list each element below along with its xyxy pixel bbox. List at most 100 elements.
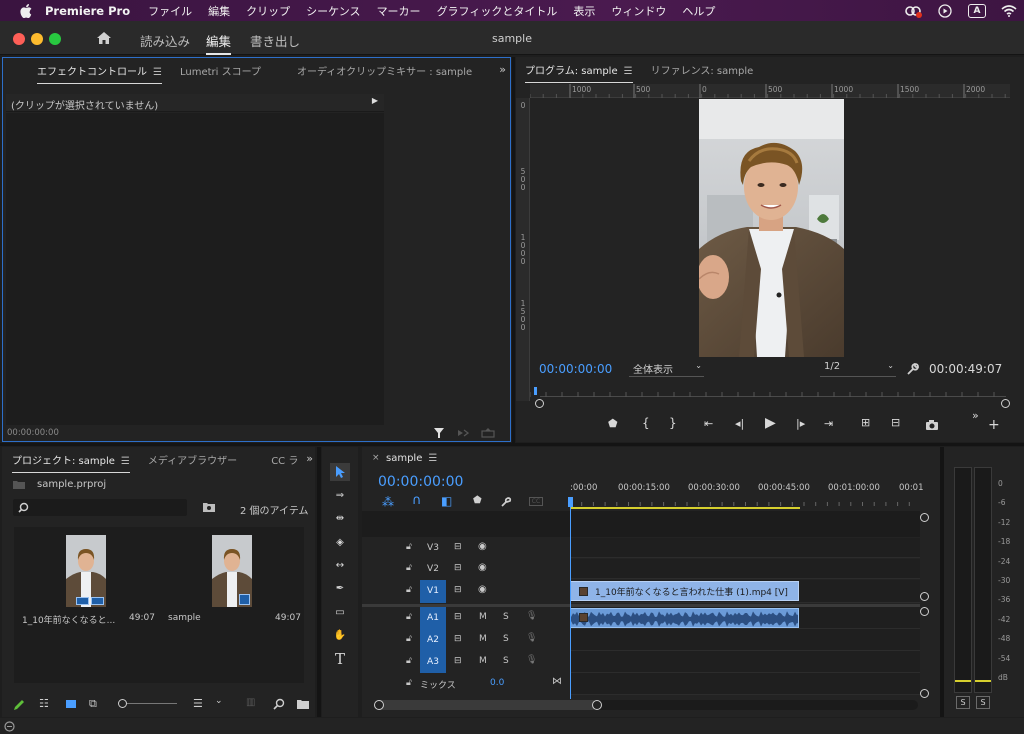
button-editor-plus-icon[interactable]: + xyxy=(988,417,1000,433)
track-body-v3[interactable] xyxy=(570,538,920,558)
track-header-a3[interactable]: 🔓︎ A3 ⊟ M S 🎙︎ xyxy=(362,651,570,673)
zoom-handle-left[interactable] xyxy=(535,399,544,408)
tab-media-browser[interactable]: メディアブラウザー xyxy=(148,452,237,467)
timeline-hscroll-thumb[interactable] xyxy=(374,700,598,710)
sync-lock-icon[interactable]: ⊟ xyxy=(454,656,462,666)
mix-volume-value[interactable]: 0.0 xyxy=(490,678,504,688)
tab-project[interactable]: プロジェクト: sample ☰ xyxy=(12,452,130,473)
solo-right-button[interactable]: S xyxy=(976,696,990,709)
camera-icon[interactable] xyxy=(925,419,939,431)
snap-magnet-icon[interactable]: ∩ xyxy=(412,493,422,508)
play-only-audio-icon[interactable]: ▶ xyxy=(372,96,378,105)
find-icon[interactable] xyxy=(273,698,285,710)
apple-icon[interactable] xyxy=(17,3,35,18)
track-header-v3[interactable]: 🔓︎ V3 ⊟ ◉ xyxy=(362,538,570,558)
tab-program-monitor[interactable]: プログラム: sample ☰ xyxy=(525,62,633,83)
solo-button[interactable]: S xyxy=(503,656,509,666)
go-to-mix-end-icon[interactable]: ⋈ xyxy=(552,676,562,687)
video-clip[interactable]: 1_10年前なくなると言われた仕事 (1).mp4 [V] xyxy=(570,581,799,601)
sync-lock-icon[interactable]: ⊟ xyxy=(454,542,462,552)
mark-out-icon[interactable]: } xyxy=(669,416,677,430)
step-back-icon[interactable]: ◂| xyxy=(735,417,744,430)
linked-selection-icon[interactable]: ◧ xyxy=(441,494,452,508)
program-video-frame[interactable] xyxy=(699,99,844,357)
menu-sequence[interactable]: シーケンス xyxy=(306,3,360,19)
zoom-handle-right[interactable] xyxy=(1001,399,1010,408)
vscroll-handle-top[interactable] xyxy=(920,513,929,522)
workspace-export[interactable]: 書き出し xyxy=(250,31,300,50)
timeline-playhead-line[interactable] xyxy=(570,507,571,699)
nest-toggle-icon[interactable]: ⁂ xyxy=(382,495,394,509)
add-marker-icon[interactable]: ⬟ xyxy=(473,495,482,506)
wifi-icon[interactable] xyxy=(1000,3,1018,19)
close-window-button[interactable] xyxy=(13,33,25,45)
razor-tool-icon[interactable]: ◈ xyxy=(330,533,350,551)
slip-tool-icon[interactable]: ↔ xyxy=(330,556,350,574)
tab-lumetri-scopes[interactable]: Lumetri スコープ xyxy=(180,63,261,78)
menu-clip[interactable]: クリップ xyxy=(246,3,290,19)
selection-tool-icon[interactable] xyxy=(330,463,350,481)
extract-icon[interactable]: ⊟ xyxy=(891,416,900,429)
mute-button[interactable]: M xyxy=(479,656,487,666)
app-name[interactable]: Premiere Pro xyxy=(45,4,130,18)
track-label-a3[interactable]: A3 xyxy=(420,651,446,673)
icon-view-icon[interactable] xyxy=(66,700,76,708)
minimize-window-button[interactable] xyxy=(31,33,43,45)
no-clip-header[interactable]: (クリップが選択されていません) ▶ xyxy=(6,94,384,112)
tab-reference-monitor[interactable]: リファレンス: sample xyxy=(651,62,754,77)
track-label-a2[interactable]: A2 xyxy=(420,629,446,651)
project-search-input[interactable] xyxy=(13,499,187,516)
sync-lock-icon[interactable]: ⊟ xyxy=(454,634,462,644)
track-body-a3[interactable] xyxy=(570,651,920,673)
track-body-mix[interactable] xyxy=(570,673,920,695)
panel-overflow-icon[interactable]: » xyxy=(306,452,313,465)
tab-audio-clip-mixer[interactable]: オーディオクリップミキサー : sample xyxy=(297,63,472,78)
solo-left-button[interactable]: S xyxy=(956,696,970,709)
track-label-v1[interactable]: V1 xyxy=(420,580,446,603)
panel-divider[interactable] xyxy=(512,57,515,443)
add-marker-icon[interactable]: ⬟ xyxy=(608,417,618,430)
track-label-v3[interactable]: V3 xyxy=(420,538,446,558)
menu-window[interactable]: ウィンドウ xyxy=(611,3,666,19)
filter-icon[interactable] xyxy=(433,427,445,439)
tab-effect-controls[interactable]: エフェクトコントロール ☰ xyxy=(37,63,162,84)
effect-controls-area[interactable] xyxy=(6,113,384,425)
menu-marker[interactable]: マーカー xyxy=(377,3,421,19)
vscroll-handle-bottom[interactable] xyxy=(920,689,929,698)
workspace-import[interactable]: 読み込み xyxy=(140,31,190,50)
panel-divider[interactable] xyxy=(0,443,1024,446)
playhead-marker[interactable] xyxy=(534,387,537,395)
track-header-v1[interactable]: 🔓︎ V1 ⊟ ◉ xyxy=(362,580,570,603)
mute-button[interactable]: M xyxy=(479,612,487,622)
menu-file[interactable]: ファイル xyxy=(148,3,192,19)
wrench-icon[interactable] xyxy=(906,362,920,376)
hscroll-handle-right[interactable] xyxy=(592,700,602,710)
lock-icon[interactable]: 🔓︎ xyxy=(406,656,412,666)
panel-menu-icon[interactable]: ☰ xyxy=(624,66,633,77)
zoom-slider-handle[interactable] xyxy=(118,699,127,708)
solo-button[interactable]: S xyxy=(503,634,509,644)
more-controls-icon[interactable]: » xyxy=(972,409,979,422)
lock-icon[interactable]: 🔓︎ xyxy=(406,585,412,595)
eye-icon[interactable]: ◉ xyxy=(478,584,487,595)
project-item-name[interactable]: sample xyxy=(168,613,201,623)
mark-in-icon[interactable]: { xyxy=(642,416,650,430)
menu-edit[interactable]: 編集 xyxy=(208,3,230,19)
lock-icon[interactable]: 🔓︎ xyxy=(406,678,412,688)
lock-icon[interactable]: 🔓︎ xyxy=(406,634,412,644)
lock-icon[interactable]: 🔓︎ xyxy=(406,563,412,573)
pencil-icon[interactable] xyxy=(12,698,26,712)
new-search-bin-icon[interactable] xyxy=(202,501,216,513)
menu-view[interactable]: 表示 xyxy=(573,3,595,19)
microphone-icon[interactable]: 🎙︎ xyxy=(526,633,537,643)
tab-timeline-sample[interactable]: sample ☰ xyxy=(386,453,437,464)
panel-overflow-icon[interactable]: » xyxy=(499,63,506,76)
track-header-a1[interactable]: 🔓︎ A1 ⊟ M S 🎙︎ xyxy=(362,607,570,629)
menu-graphics[interactable]: グラフィックとタイトル xyxy=(437,3,558,19)
panel-menu-icon[interactable]: ☰ xyxy=(428,453,437,464)
lift-icon[interactable]: ⊞ xyxy=(861,416,870,429)
vscroll-handle-audio[interactable] xyxy=(920,607,929,616)
resolution-select[interactable]: 1/2 ⌄ xyxy=(820,361,896,377)
audio-clip[interactable] xyxy=(570,608,799,628)
panel-menu-icon[interactable]: ☰ xyxy=(153,67,162,78)
